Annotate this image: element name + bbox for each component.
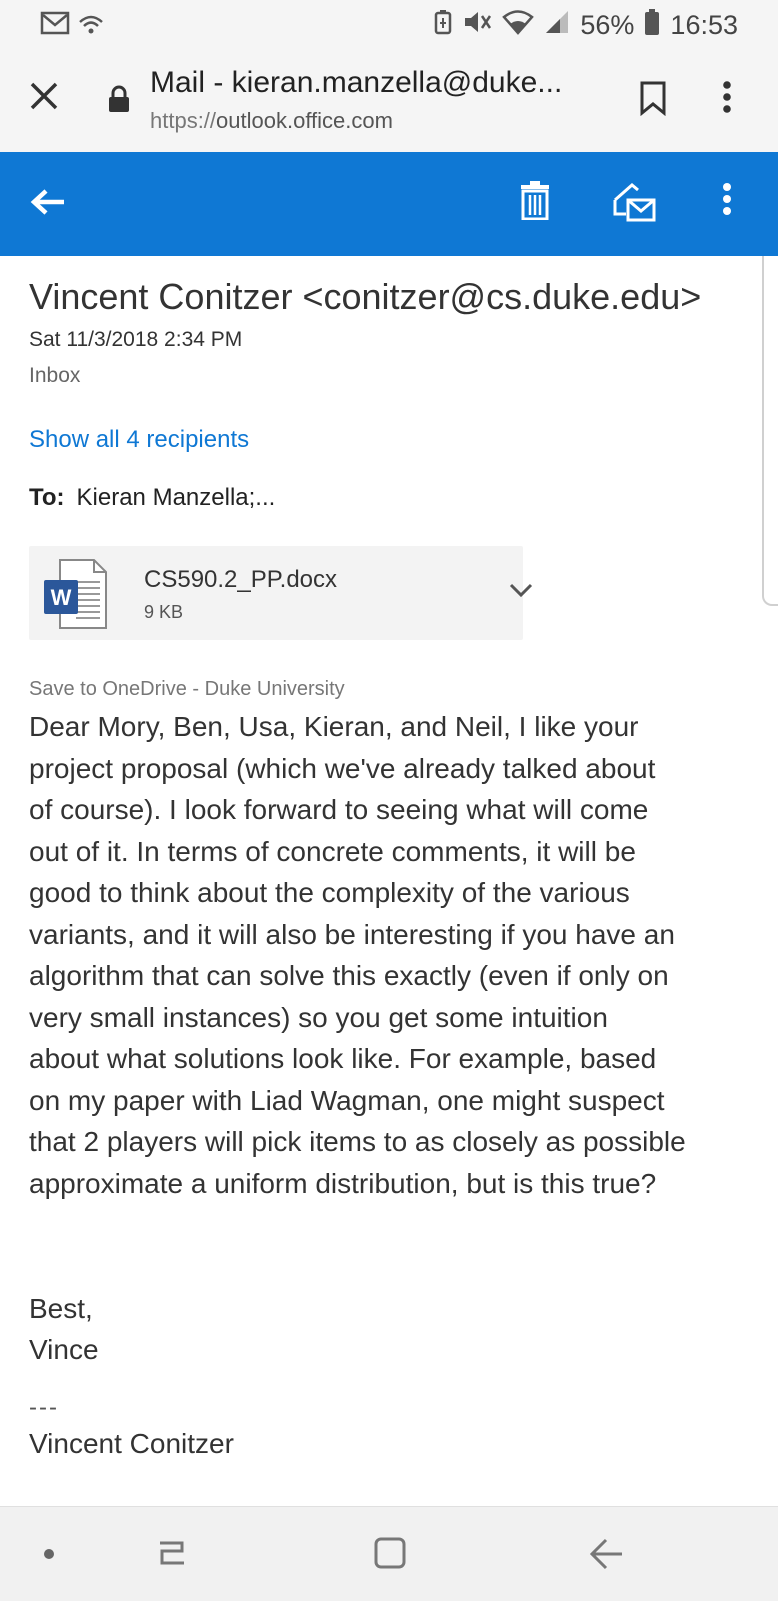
email-reading-pane: Vincent Conitzer <conitzer@cs.duke.edu> … (0, 256, 778, 1506)
body-line: that 2 players will pick items to as clo… (29, 1126, 686, 1157)
mail-more-button[interactable] (722, 182, 732, 221)
to-row: To: Kieran Manzella;... (29, 484, 275, 512)
system-navigation-bar (0, 1506, 778, 1601)
mute-icon (462, 9, 492, 42)
body-line: approximate a uniform distribution, but … (29, 1167, 657, 1199)
system-back-button[interactable] (588, 1537, 624, 1576)
mail-toolbar (0, 152, 778, 256)
sent-date: Sat 11/3/2018 2:34 PM (29, 328, 243, 351)
browser-custom-tab-bar: Mail - kieran.manzella@duke... https://o… (0, 50, 778, 152)
bookmark-icon (640, 81, 666, 117)
status-bar: 56% 16:53 (0, 0, 778, 50)
show-all-recipients-link[interactable]: Show all 4 recipients (29, 426, 249, 454)
attachment-options-button[interactable] (509, 582, 533, 603)
close-tab-button[interactable] (28, 80, 60, 117)
recents-button[interactable] (154, 1535, 188, 1576)
signoff: Best, Vince (29, 1288, 99, 1370)
email-body: Dear Mory, Ben, Usa, Kieran, and Neil, I… (29, 706, 757, 1204)
word-document-icon: W (44, 558, 110, 635)
page-title: Mail - kieran.manzella@duke... (150, 66, 563, 99)
sender[interactable]: Vincent Conitzer <conitzer@cs.duke.edu> (29, 276, 701, 318)
signature-name: Vincent Conitzer (29, 1428, 234, 1459)
more-vertical-icon (723, 183, 731, 215)
wifi-icon (502, 9, 535, 42)
trash-icon (521, 181, 549, 221)
home-button[interactable] (372, 1535, 408, 1576)
keyboard-dot-indicator (44, 1549, 54, 1559)
url-scheme: https:// (150, 108, 217, 133)
chevron-down-icon (509, 583, 533, 598)
body-line: out of it. In terms of concrete comments… (29, 835, 636, 867)
svg-text:W: W (51, 585, 72, 610)
more-vertical-icon (723, 81, 731, 113)
home-square-icon (374, 1537, 406, 1569)
signal-icon (544, 9, 570, 42)
body-line: about what solutions look like. For exam… (29, 1043, 657, 1074)
delete-button[interactable] (520, 180, 550, 225)
url-host: outlook.office.com (216, 108, 393, 133)
signature-separator: --- (29, 1394, 59, 1421)
lock-icon (108, 85, 130, 118)
attachment-size: 9 KB (144, 602, 184, 622)
back-button[interactable] (30, 187, 66, 222)
body-line: algorithm that can solve this exactly (e… (29, 960, 669, 991)
body-line: project proposal (which we've already ta… (29, 752, 656, 784)
back-arrow-icon (589, 1538, 622, 1570)
clock: 16:53 (670, 10, 738, 40)
arrow-left-icon (30, 189, 64, 215)
body-line: variants, and it will also be interestin… (29, 918, 675, 950)
mark-unread-button[interactable] (612, 182, 656, 227)
recents-icon (160, 1541, 184, 1565)
battery-percent: 56% (580, 10, 635, 40)
page-url[interactable]: https://outlook.office.com (150, 108, 393, 134)
body-line: of course). I look forward to seeing wha… (29, 794, 649, 825)
body-line: good to think about the complexity of th… (29, 877, 630, 908)
body-line: Dear Mory, Ben, Usa, Kieran, and Neil, I… (29, 711, 639, 742)
to-recipients[interactable]: Kieran Manzella;... (77, 484, 276, 511)
body-line: on my paper with Liad Wagman, one might … (29, 1084, 665, 1116)
envelope-open-icon (613, 183, 656, 222)
battery-saver-icon (434, 9, 452, 42)
browser-menu-button[interactable] (722, 80, 732, 119)
signoff-line: Vince (29, 1334, 99, 1365)
gmail-notification-icon (40, 11, 70, 40)
battery-icon (644, 8, 660, 43)
wifi-calling-icon (76, 10, 106, 41)
attachment-name: CS590.2_PP.docx (144, 566, 338, 593)
save-to-onedrive-link[interactable]: Save to OneDrive - Duke University (29, 678, 345, 701)
to-label: To: (29, 484, 65, 511)
close-icon (30, 82, 58, 110)
signoff-line: Best, (29, 1293, 93, 1324)
folder-label: Inbox (29, 364, 81, 387)
body-line: very small instances) so you get some in… (29, 1001, 608, 1033)
attachment-card[interactable]: W CS590.2_PP.docx 9 KB (29, 546, 533, 640)
scrollbar[interactable] (762, 256, 778, 606)
bookmark-button[interactable] (638, 80, 668, 121)
